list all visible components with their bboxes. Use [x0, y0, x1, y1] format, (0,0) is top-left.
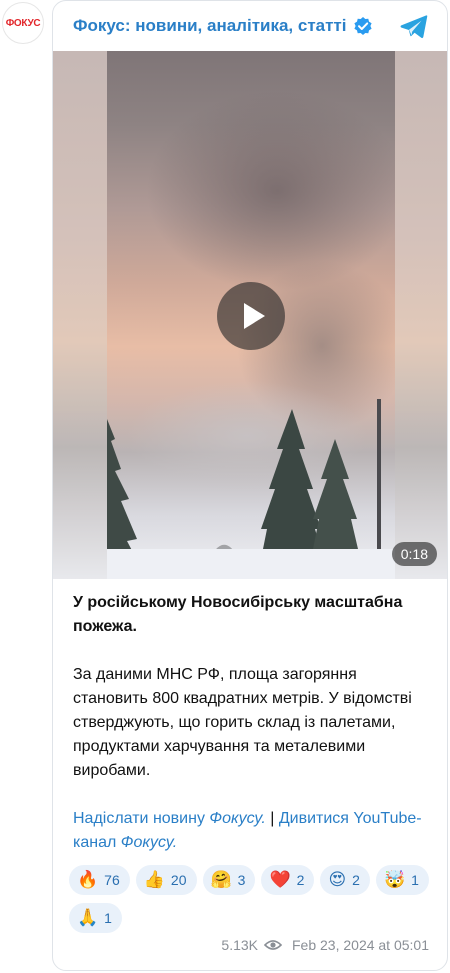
- reaction-count: 2: [296, 872, 305, 888]
- play-button[interactable]: [217, 282, 285, 350]
- post-body: За даними МНС РФ, площа загоряння станов…: [73, 666, 412, 779]
- avatar-text: ФОКУС: [5, 17, 41, 29]
- message-meta: 5.13K Feb 23, 2024 at 05:01: [221, 937, 429, 953]
- video-preview[interactable]: 0:18: [53, 51, 447, 579]
- channel-avatar[interactable]: ФОКУС: [2, 2, 44, 44]
- video-blur-right: [395, 51, 447, 579]
- mind-blown-icon: 🤯: [383, 869, 406, 890]
- reaction-heart-eyes[interactable]: 😍 2: [320, 865, 370, 895]
- reaction-hug[interactable]: 🤗 3: [202, 865, 256, 895]
- reaction-count: 20: [170, 872, 187, 888]
- snow-ground: [107, 549, 395, 579]
- channel-name-link[interactable]: Фокус: новини, аналітика, статті: [73, 16, 347, 36]
- post-timestamp[interactable]: Feb 23, 2024 at 05:01: [292, 937, 429, 953]
- telegram-logo-icon[interactable]: [399, 13, 429, 41]
- video-duration: 0:18: [391, 542, 437, 566]
- reaction-count: 1: [411, 872, 419, 888]
- links-separator: |: [265, 810, 279, 827]
- heart-eyes-icon: 😍: [328, 869, 347, 890]
- reaction-count: 1: [104, 910, 112, 926]
- reaction-count: 76: [104, 872, 120, 888]
- eye-icon: [264, 939, 282, 951]
- message-header: Фокус: новини, аналітика, статті: [53, 1, 447, 51]
- thumbs-up-icon: 👍: [143, 869, 165, 890]
- video-blur-left: [53, 51, 107, 579]
- smoke-cloud: [147, 91, 395, 291]
- reaction-pray[interactable]: 🙏 1: [69, 903, 122, 933]
- post-links: Надіслати новину Фокусу. | Дивитися YouT…: [73, 807, 433, 855]
- reaction-thumbs-up[interactable]: 👍 20: [135, 865, 197, 895]
- reaction-fire[interactable]: 🔥 76: [69, 865, 130, 895]
- message-text: У російському Новосибірську масштабна по…: [73, 591, 433, 855]
- reaction-heart[interactable]: ❤️ 2: [261, 865, 315, 895]
- play-icon: [243, 303, 265, 329]
- verified-badge-icon: [353, 16, 373, 36]
- reaction-mind-blown[interactable]: 🤯 1: [375, 865, 429, 895]
- reaction-count: 3: [237, 872, 246, 888]
- message-card: Фокус: новини, аналітика, статті 0:18 У …: [52, 0, 448, 971]
- view-count: 5.13K: [221, 937, 258, 953]
- pray-icon: 🙏: [77, 907, 99, 928]
- heart-icon: ❤️: [269, 869, 291, 890]
- reaction-count: 2: [352, 872, 360, 888]
- post-headline: У російському Новосибірську масштабна по…: [73, 594, 403, 635]
- hugging-face-icon: 🤗: [210, 869, 232, 890]
- reactions-bar: 🔥 76 👍 20 🤗 3 ❤️ 2 😍 2 🤯 1 🙏 1: [69, 865, 439, 933]
- send-news-link[interactable]: Надіслати новину Фокусу.: [73, 810, 266, 827]
- fire-icon: 🔥: [77, 869, 99, 890]
